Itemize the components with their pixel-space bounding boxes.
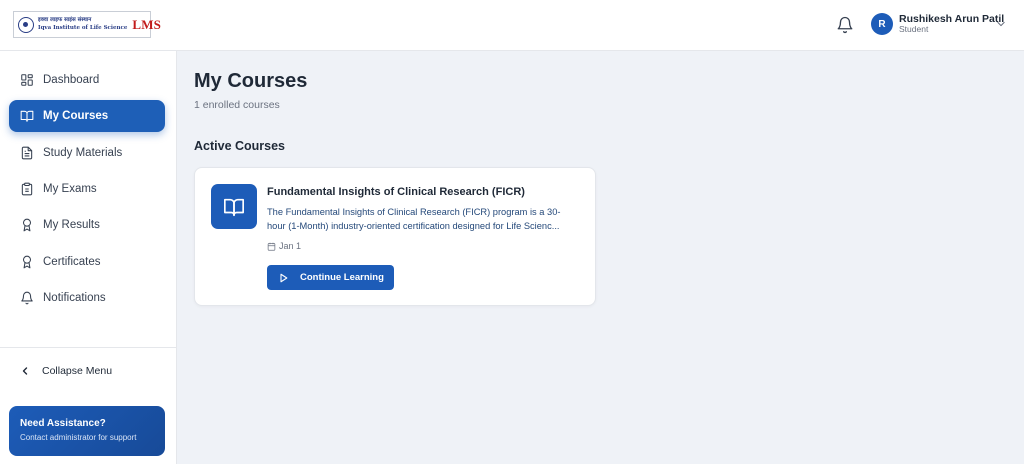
course-date-text: Jan 1 (279, 241, 302, 251)
chevron-left-icon (22, 367, 28, 375)
sidebar-item-certificates[interactable]: Certificates (9, 246, 165, 278)
logo-text: इक्वा लाइफ साइंस संस्थान Iqva Institute … (38, 17, 128, 31)
sidebar-item-label: My Courses (43, 110, 109, 122)
book-open-icon (224, 198, 244, 216)
course-description: The Fundamental Insights of Clinical Res… (267, 207, 561, 231)
sidebar: Dashboard My Courses Study Materials My … (0, 51, 177, 464)
award-icon (22, 218, 32, 232)
sidebar-item-label: Study Materials (43, 147, 123, 159)
course-card[interactable]: Fundamental Insights of Clinical Researc… (194, 167, 596, 306)
sidebar-item-label: Notifications (43, 292, 106, 304)
page-title: My Courses (194, 70, 308, 92)
assistance-title: Need Assistance? (20, 418, 106, 429)
sidebar-item-label: My Results (43, 219, 100, 231)
sidebar-item-dashboard[interactable]: Dashboard (9, 64, 165, 96)
logo-lms: LMS (132, 16, 162, 32)
enrolled-count: 1 enrolled courses (194, 99, 280, 111)
sidebar-divider (0, 347, 176, 348)
logo[interactable]: इक्वा लाइफ साइंस संस्थान Iqva Institute … (13, 11, 161, 38)
play-icon (280, 273, 288, 282)
bell-icon[interactable] (836, 15, 854, 35)
bell-icon (21, 291, 33, 305)
course-date: Jan 1 (267, 241, 301, 251)
clipboard-icon (21, 182, 33, 196)
collapse-menu-button[interactable]: Collapse Menu (20, 365, 112, 377)
continue-learning-button[interactable]: Continue Learning (267, 265, 394, 290)
sidebar-item-my-results[interactable]: My Results (9, 209, 165, 241)
continue-learning-label: Continue Learning (300, 272, 384, 283)
user-info: Rushikesh Arun Patil Student (899, 13, 1004, 35)
sidebar-item-my-courses[interactable]: My Courses (9, 100, 165, 132)
user-role: Student (899, 24, 929, 35)
avatar: R (871, 13, 893, 35)
sidebar-item-study-materials[interactable]: Study Materials (9, 137, 165, 169)
dashboard-grid-icon (21, 74, 33, 86)
section-title: Active Courses (194, 139, 286, 153)
logo-line-1: इक्वा लाइफ साइंस संस्थान (38, 17, 92, 23)
sidebar-item-label: Certificates (43, 256, 101, 268)
user-menu[interactable]: R Rushikesh Arun Patil Student (871, 13, 1004, 35)
sidebar-item-my-exams[interactable]: My Exams (9, 173, 165, 205)
document-icon (21, 146, 33, 160)
logo-line-2: Iqva Institute of Life Science (38, 24, 128, 31)
assistance-subtitle: Contact administrator for support (20, 433, 137, 442)
logo-seal-icon (18, 16, 34, 33)
top-header: इक्वा लाइफ साइंस संस्थान Iqva Institute … (0, 0, 1024, 51)
book-open-icon (20, 110, 34, 122)
sidebar-item-label: Dashboard (43, 74, 100, 86)
sidebar-item-notifications[interactable]: Notifications (9, 282, 165, 314)
assistance-card[interactable]: Need Assistance? Contact administrator f… (9, 406, 165, 456)
course-icon-tile (211, 184, 257, 229)
course-title: Fundamental Insights of Clinical Researc… (267, 186, 525, 198)
chevron-down-icon[interactable] (997, 21, 1005, 27)
sidebar-item-label: My Exams (43, 183, 97, 195)
collapse-menu-label: Collapse Menu (42, 365, 113, 377)
certificate-icon (22, 255, 32, 269)
calendar-icon (267, 242, 276, 251)
